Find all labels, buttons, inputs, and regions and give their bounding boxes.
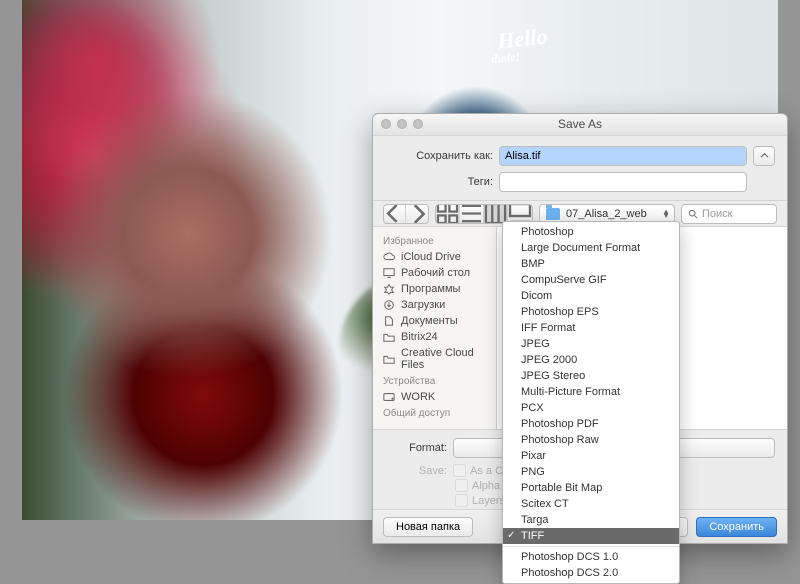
sidebar-item-desktop[interactable]: Рабочий стол xyxy=(373,265,496,281)
save-button[interactable]: Сохранить xyxy=(696,517,777,537)
dialog-title: Save As xyxy=(373,117,787,131)
chevron-up-icon xyxy=(760,151,769,160)
sidebar-item-documents[interactable]: Документы xyxy=(373,313,496,329)
save-as-dialog: Save As Сохранить как: Теги: xyxy=(372,113,788,544)
chevron-right-icon xyxy=(406,204,428,224)
sidebar-item-icloud[interactable]: iCloud Drive xyxy=(373,249,496,265)
sidebar-item-label: Загрузки xyxy=(401,299,445,311)
updown-icon: ▲▼ xyxy=(662,210,670,218)
format-option[interactable]: JPEG Stereo xyxy=(503,368,679,384)
new-folder-button[interactable]: Новая папка xyxy=(383,517,473,537)
header-fields: Сохранить как: Теги: xyxy=(373,136,787,200)
search-field[interactable]: Поиск xyxy=(681,204,777,224)
format-option[interactable]: Photoshop DCS 2.0 xyxy=(503,565,679,581)
sidebar: Избранное iCloud Drive Рабочий стол Прог… xyxy=(373,227,497,429)
view-list-button[interactable] xyxy=(460,205,484,223)
format-label: Format: xyxy=(385,442,447,454)
format-option[interactable]: Photoshop EPS xyxy=(503,304,679,320)
sidebar-item-label: Creative Cloud Files xyxy=(401,347,486,371)
sidebar-item-label: Рабочий стол xyxy=(401,267,470,279)
format-option[interactable]: IFF Format xyxy=(503,320,679,336)
sidebar-group-shared: Общий доступ xyxy=(373,405,496,421)
format-option[interactable]: Pixar xyxy=(503,448,679,464)
list-icon xyxy=(460,204,483,224)
grid-icon xyxy=(436,204,459,224)
applications-icon xyxy=(383,283,395,295)
format-option[interactable]: JPEG 2000 xyxy=(503,352,679,368)
sidebar-group-devices: Устройства xyxy=(373,373,496,389)
format-option[interactable]: BMP xyxy=(503,256,679,272)
format-option[interactable]: Dicom xyxy=(503,288,679,304)
format-option[interactable]: Photoshop DCS 1.0 xyxy=(503,546,679,565)
sidebar-item-work[interactable]: WORK xyxy=(373,389,496,405)
titlebar: Save As xyxy=(373,114,787,136)
sidebar-item-label: Программы xyxy=(401,283,460,295)
filename-input[interactable] xyxy=(499,146,747,166)
sidebar-group-favorites: Избранное xyxy=(373,233,496,249)
format-option[interactable]: Targa xyxy=(503,512,679,528)
folder-icon xyxy=(546,208,560,220)
view-coverflow-button[interactable] xyxy=(508,205,532,223)
save-options-label: Save: xyxy=(385,465,447,477)
forward-button[interactable] xyxy=(406,205,428,223)
sidebar-item-apps[interactable]: Программы xyxy=(373,281,496,297)
sidebar-item-label: Документы xyxy=(401,315,458,327)
disclosure-toggle[interactable] xyxy=(753,146,775,166)
sidebar-item-bitrix[interactable]: Bitrix24 xyxy=(373,329,496,345)
sidebar-item-label: Bitrix24 xyxy=(401,331,438,343)
search-icon xyxy=(688,209,698,219)
search-placeholder: Поиск xyxy=(702,208,732,220)
hat-text: Hello dude! xyxy=(496,23,550,66)
format-option[interactable]: Portable Bit Map xyxy=(503,480,679,496)
folder-icon xyxy=(383,353,395,365)
back-button[interactable] xyxy=(384,205,406,223)
file-browser: Избранное iCloud Drive Рабочий стол Прог… xyxy=(373,226,787,430)
format-option[interactable]: JPEG xyxy=(503,336,679,352)
format-option[interactable]: Photoshop xyxy=(503,224,679,240)
downloads-icon xyxy=(383,299,395,311)
tags-input[interactable] xyxy=(499,172,747,192)
sidebar-item-downloads[interactable]: Загрузки xyxy=(373,297,496,313)
format-option[interactable]: Photoshop Raw xyxy=(503,432,679,448)
sidebar-item-label: WORK xyxy=(401,391,435,403)
cloud-icon xyxy=(383,251,395,263)
format-option[interactable]: CompuServe GIF xyxy=(503,272,679,288)
view-icons-button[interactable] xyxy=(436,205,460,223)
format-option[interactable]: PCX xyxy=(503,400,679,416)
desktop-icon xyxy=(383,267,395,279)
disk-icon xyxy=(383,391,395,403)
save-as-label: Сохранить как: xyxy=(385,150,493,162)
format-option[interactable]: Multi-Picture Format xyxy=(503,384,679,400)
format-option[interactable]: Photoshop PDF xyxy=(503,416,679,432)
format-dropdown-menu[interactable]: PhotoshopLarge Document FormatBMPCompuSe… xyxy=(502,221,680,584)
nav-back-forward xyxy=(383,204,429,224)
documents-icon xyxy=(383,315,395,327)
tags-label: Теги: xyxy=(385,176,493,188)
current-folder-label: 07_Alisa_2_web xyxy=(566,208,647,220)
format-option[interactable]: PNG xyxy=(503,464,679,480)
folder-icon xyxy=(383,331,395,343)
format-option[interactable]: Large Document Format xyxy=(503,240,679,256)
view-columns-button[interactable] xyxy=(484,205,508,223)
format-option[interactable]: TIFF xyxy=(503,528,679,544)
chevron-left-icon xyxy=(384,204,405,224)
sidebar-item-ccfiles[interactable]: Creative Cloud Files xyxy=(373,345,496,373)
sidebar-item-label: iCloud Drive xyxy=(401,251,461,263)
format-option[interactable]: Scitex CT xyxy=(503,496,679,512)
